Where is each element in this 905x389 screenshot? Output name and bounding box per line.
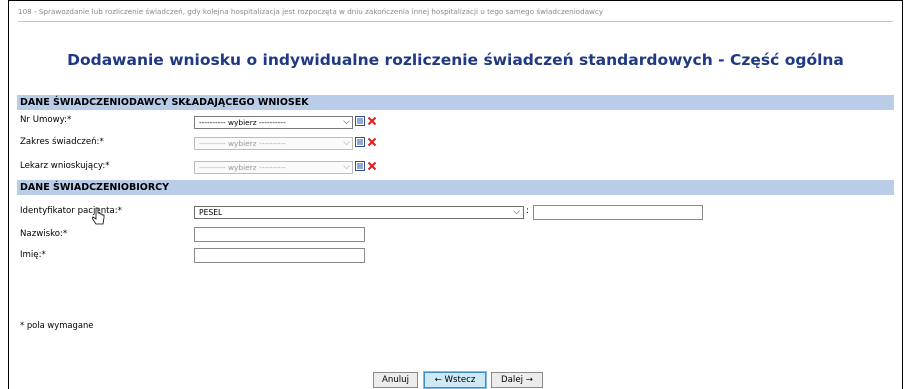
delete-x-icon[interactable] [367,137,377,147]
list-icon[interactable] [355,137,365,147]
breadcrumb: 108 - Sprawozdanie lub rozliczenie świad… [18,7,604,16]
select-lekarz-wnioskujacy[interactable]: ---------- wybierz ---------- ⌵ [194,161,353,174]
page-title: Dodawanie wniosku o indywidualne rozlicz… [67,51,844,69]
chevron-down-icon: ⌵ [343,138,350,148]
list-icon[interactable] [355,161,365,171]
select-nr-umowy-value: ---------- wybierz ---------- [199,118,286,127]
select-zakres-swiadczen[interactable]: ---------- wybierz ---------- ⌵ [194,137,353,150]
label-nr-umowy: Nr Umowy:* [20,115,72,125]
identifier-input[interactable] [533,205,703,220]
required-fields-note: * pola wymagane [20,320,94,330]
mouse-pointer-icon [92,207,105,225]
select-zakres-swiadczen-value: ---------- wybierz ---------- [199,139,286,148]
section-header-patient: DANE ŚWIADCZENIOBIORCY [17,180,894,195]
select-nr-umowy[interactable]: ---------- wybierz ---------- ⌵ [194,116,353,129]
chevron-down-icon: ⌵ [343,117,350,127]
lastname-input[interactable] [194,227,365,242]
chevron-down-icon: ⌵ [343,162,350,172]
window-frame: 108 - Sprawozdanie lub rozliczenie świad… [8,0,903,389]
list-icon[interactable] [355,116,365,126]
label-nazwisko: Nazwisko:* [20,229,68,239]
colon-separator: : [526,206,530,216]
select-identifier-type-value: PESEL [199,208,223,217]
back-button[interactable]: ← Wstecz [423,371,487,389]
firstname-input[interactable] [194,248,365,263]
section-header-provider: DANE ŚWIADCZENIODAWCY SKŁADAJĄCEGO WNIOS… [17,95,894,110]
breadcrumb-divider [18,21,893,22]
label-zakres-swiadczen: Zakres świadczeń:* [20,137,104,147]
select-identifier-type[interactable]: PESEL ⌵ [194,206,524,219]
cancel-button[interactable]: Anuluj [373,372,418,388]
delete-x-icon[interactable] [367,116,377,126]
chevron-down-icon: ⌵ [513,207,520,217]
next-button[interactable]: Dalej → [491,372,543,388]
label-imie: Imię:* [20,250,46,260]
label-identyfikator-pacjenta: Identyfikator pacjenta:* [20,206,122,216]
select-lekarz-wnioskujacy-value: ---------- wybierz ---------- [199,163,286,172]
label-lekarz-wnioskujacy: Lekarz wnioskujący:* [20,161,110,171]
delete-x-icon[interactable] [367,161,377,171]
